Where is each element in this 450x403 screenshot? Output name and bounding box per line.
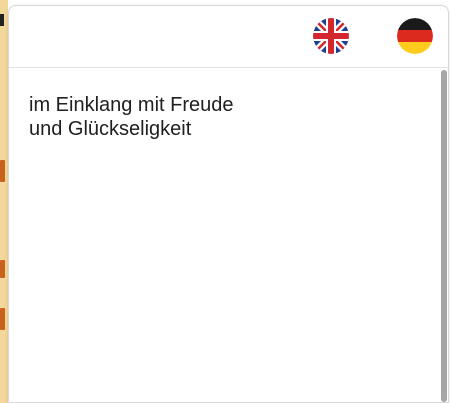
english-language-button[interactable] — [313, 18, 349, 54]
language-toolbar — [9, 6, 448, 68]
background-text-fragment — [0, 160, 5, 182]
translation-popup: im Einklang mit Freude und Glückseligkei… — [8, 5, 449, 403]
vertical-scrollbar[interactable] — [439, 68, 448, 402]
translation-content-area: im Einklang mit Freude und Glückseligkei… — [9, 68, 448, 402]
translated-text: im Einklang mit Freude und Glückseligkei… — [29, 94, 234, 140]
background-text-fragment — [0, 308, 5, 330]
background-text-fragment — [0, 14, 4, 26]
germany-flag-icon — [397, 18, 433, 54]
german-language-button[interactable] — [397, 18, 433, 54]
scrollbar-thumb[interactable] — [441, 70, 447, 402]
background-page-edge — [0, 0, 8, 403]
background-text-fragment — [0, 260, 5, 278]
uk-flag-icon — [313, 18, 349, 54]
